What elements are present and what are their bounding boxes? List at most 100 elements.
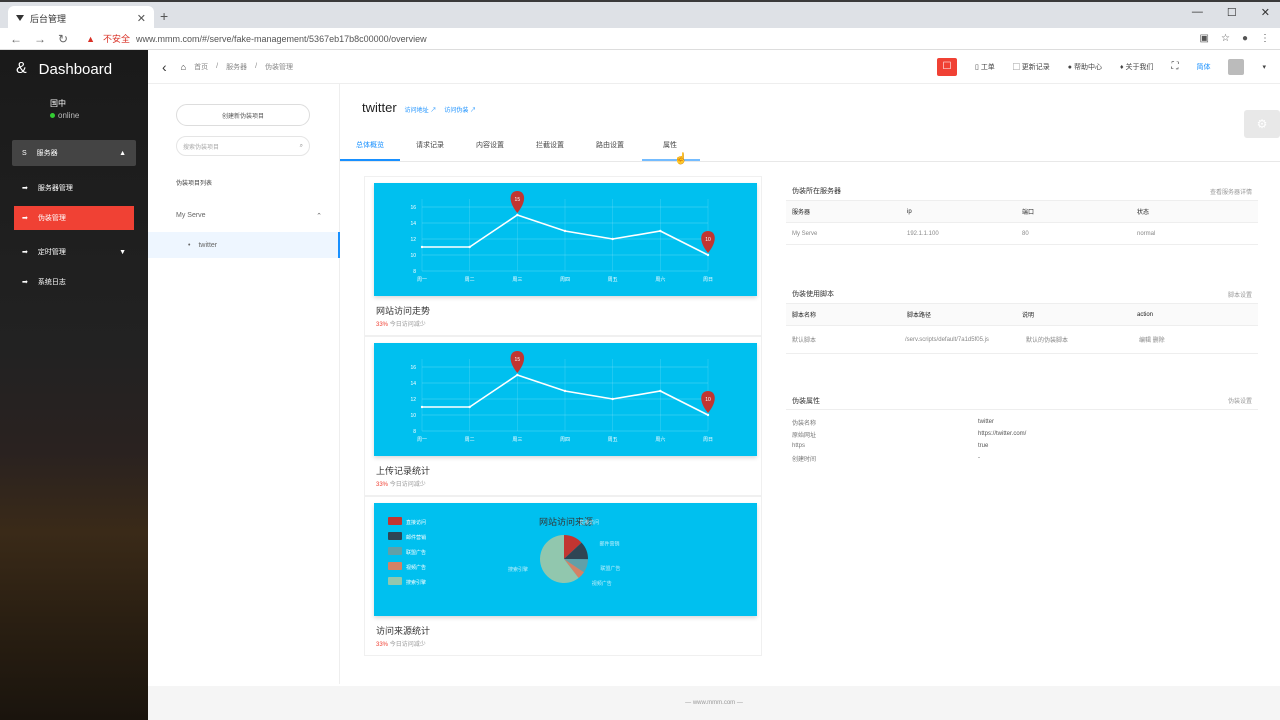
changelog-button[interactable]: ▢ 更新记录 [1013,62,1050,72]
server-detail-link[interactable]: 查看服务器详情 [1210,187,1252,196]
help-button[interactable]: ● 帮助中心 [1068,62,1102,72]
chart-box: 8 10 12 14 16 周一 周二 周三 周四 周五 周六 周日 15 10 [374,343,757,456]
tab-intercept[interactable]: 拦截设置 [520,140,580,150]
slice-label: 搜索引擎 [508,566,528,573]
x-tick-label: 周四 [560,277,570,283]
card-subtitle: 33% 今日访问减少 [376,482,426,488]
tree-node-serve[interactable]: My Serve ⌃ [176,212,322,220]
data-point [706,253,710,257]
tab-content[interactable]: 内容设置 [460,140,520,150]
legend-label: 直接访问 [406,519,426,526]
chart-box: 8 10 12 14 16 周一 周二 周三 周四 周五 周六 周日 15 10 [374,183,757,296]
bookmark-star-icon[interactable]: ☆ [1221,33,1230,44]
script-actions[interactable]: 编辑 删除 [1139,335,1252,344]
bullet-icon: • [188,241,191,249]
x-tick-label: 周六 [655,436,665,443]
ticket-button[interactable]: ▯ 工单 [975,62,995,72]
user-status: online [58,111,80,120]
warning-icon: ▲ [86,33,95,44]
slice-label: 邮件营销 [599,540,619,547]
extension-icon[interactable]: ● [1242,33,1248,44]
chevron-down-icon[interactable]: ▾ [1262,63,1266,71]
line-chart[interactable]: 8 10 12 14 16 周一 周二 周三 周四 周五 周六 周日 15 10 [374,343,757,456]
forward-icon[interactable]: → [34,32,46,46]
browser-menu-icon[interactable]: ⋮ [1260,33,1270,44]
collapse-back-icon[interactable]: ‹ [162,59,167,75]
sidebar-item-server[interactable]: S 服务器 ▲ [12,140,136,166]
home-icon[interactable]: ⌂ [181,62,186,72]
sidebar-item-logs[interactable]: ➡ 系统日志 [0,270,148,294]
data-point [659,229,662,233]
fullscreen-icon[interactable]: ⛶ [1171,61,1178,72]
marker-label: 15 [515,197,521,203]
translate-icon[interactable]: ▣ [1200,33,1209,44]
language-select[interactable]: 简体 [1196,62,1210,72]
visit-url-link[interactable]: 访问地址 ↗ [405,105,437,114]
search-icon[interactable]: ⌕ [300,143,303,150]
data-point [611,397,614,401]
tree-node-twitter[interactable]: • twitter [148,232,340,258]
attribute-row: https true [792,443,989,449]
section-title: 伪装使用脚本 [792,291,834,298]
card-title: 访问来源统计 [376,626,431,636]
tab-routes[interactable]: 路由设置 [580,140,640,150]
line-chart[interactable]: 8 10 12 14 16 周一 周二 周三 周四 周五 周六 周日 15 10 [374,183,757,296]
breadcrumb-item[interactable]: 服务器 [226,62,247,72]
chevron-up-icon: ▲ [119,149,126,157]
avatar[interactable] [1228,58,1245,75]
sidebar-item-fake-management[interactable]: ➡ 伪装管理 [14,206,134,230]
script-section: 伪装使用脚本 脚本设置 脚本名称 脚本路径 说明 action 默认脚本 /se… [786,285,1258,354]
breadcrumb-item[interactable]: 首页 [194,62,208,72]
pie-chart[interactable]: 网站访问来源直接访问邮件营销联盟广告视频广告搜索引擎直接访问邮件营销联盟广告视频… [374,503,757,616]
sidebar-item-label: 系统日志 [37,279,66,286]
notification-button[interactable]: ☐ [937,57,958,76]
close-tab-icon[interactable]: ✕ [137,12,146,25]
search-placeholder: 搜索伪装项目 [183,144,220,151]
fake-settings-link[interactable]: 伪装设置 [1228,396,1252,405]
chart-card: 网站访问来源 直接访问 邮件营销 联盟广告 视频广告 搜索引擎 直接访问 邮件营销 联盟广告 视频… [364,496,762,656]
data-point [420,405,424,409]
brand[interactable]: & Dashboard [0,50,148,88]
script-settings-link[interactable]: 脚本设置 [1228,290,1252,299]
sidebar-item-server-management[interactable]: ➡ 服务器管理 [0,176,148,200]
search-input[interactable]: 搜索伪装项目 ⌕ [176,136,310,156]
table-header: 服务器 ip 端口 状态 [786,201,1258,223]
close-window-icon[interactable]: ✕ [1261,6,1270,19]
attribute-list: 伪装名称 twitter 原始网址 https://twitter.com/ htt… [786,416,1258,464]
visit-fake-link[interactable]: 访问伪装 ↗ [444,105,476,114]
tab-overview[interactable]: 总体概览 [340,140,400,150]
data-point [468,405,471,409]
y-tick-label: 14 [410,381,416,387]
sidebar-item-schedule[interactable]: ➡ 定时管理 ▼ [0,240,148,264]
tab-attributes[interactable]: 属性 [640,140,700,150]
tab-bar: 总体概览 请求记录 内容设置 拦截设置 路由设置 属性 ☝ [340,130,1280,165]
x-tick-label: 周二 [465,437,475,443]
chart-box: 网站访问来源 直接访问 邮件营销 联盟广告 视频广告 搜索引擎 直接访问 邮件营销 联盟广告 视频… [374,503,757,616]
attribute-row: 原始网址 https://twitter.com/ [792,431,1027,439]
sidebar: & Dashboard 国中 online S 服务器 ▲ ➡ 服务器管理 ➡ … [0,50,148,720]
about-button[interactable]: ♦ 关于我们 [1120,62,1154,72]
maximize-icon[interactable]: ☐ [1227,6,1237,19]
chevron-up-icon: ⌃ [316,213,322,220]
back-icon[interactable]: ← [10,32,22,46]
browser-tab[interactable]: 后台管理 ✕ [8,6,154,30]
y-tick-label: 16 [410,205,416,211]
list-label: 伪装项目列表 [176,181,213,187]
legend-label: 视频广告 [406,564,426,571]
x-tick-label: 周五 [608,437,618,443]
new-tab-icon[interactable]: + [160,8,168,24]
favicon-icon [16,15,24,21]
y-tick-label: 8 [413,269,416,275]
reload-icon[interactable]: ↻ [58,32,68,46]
minimize-icon[interactable]: — [1192,6,1203,19]
url-field[interactable]: www.mmm.com/#/serve/fake-management/5367… [136,34,427,44]
section-title: 伪装属性 [792,397,820,405]
create-fake-button[interactable]: 创建新伪装项目 [176,104,310,126]
user-info: 国中 online [0,88,148,132]
server-table: 服务器 ip 端口 状态 My Serve 192.1.1.100 80 nor… [786,200,1258,245]
data-point [706,413,710,417]
card-subtitle: 33% 今日访问减少 [376,642,426,648]
attribute-row: 伪装名称 twitter [792,419,995,427]
tab-requests[interactable]: 请求记录 [400,140,460,150]
browser-tab-title: 后台管理 [30,13,67,24]
